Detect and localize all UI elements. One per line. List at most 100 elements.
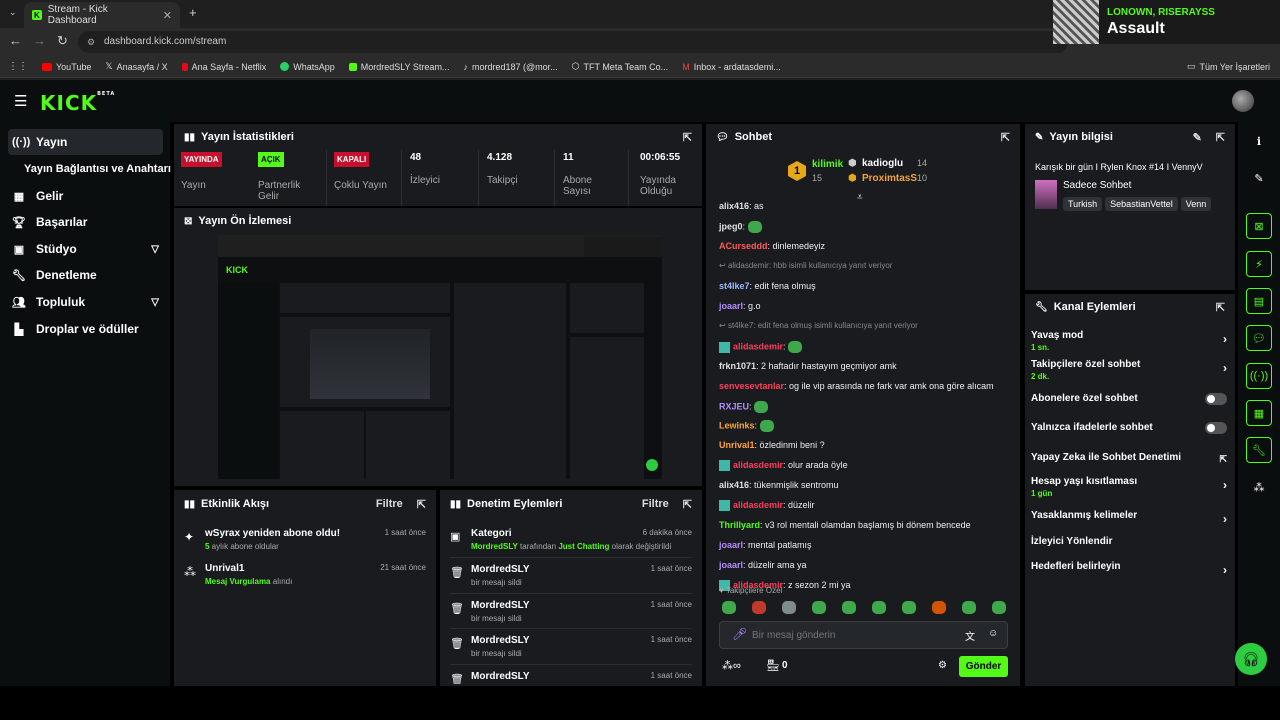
- channel-action-row[interactable]: İzleyici Yönlendir: [1031, 536, 1227, 547]
- edit-icon[interactable]: ✎: [1193, 131, 1202, 144]
- address-bar[interactable]: ⚙ dashboard.kick.com/stream: [78, 31, 1068, 53]
- expand-leaderboard-icon[interactable]: ⩡: [857, 192, 863, 203]
- channel-action-row[interactable]: Yapay Zeka ile Sohbet Denetimi ⇱: [1031, 452, 1227, 464]
- popout-icon[interactable]: ⇱: [683, 131, 692, 144]
- category-thumbnail[interactable]: [1035, 180, 1057, 209]
- emote-icon[interactable]: [812, 601, 826, 614]
- emote-icon[interactable]: [788, 341, 803, 353]
- sidebar-item-moderation[interactable]: 🔧︎ Denetleme: [8, 262, 163, 288]
- emote-icon[interactable]: [752, 601, 766, 614]
- popout-icon[interactable]: ⇱: [417, 498, 426, 511]
- sidebar-item-drops[interactable]: ▙ Droplar ve ödüller: [8, 316, 163, 342]
- chat-username[interactable]: st4lke7: [719, 281, 750, 291]
- sidebar-item-community[interactable]: 👥︎ Topluluk ▽: [8, 289, 163, 315]
- forward-icon[interactable]: →: [33, 33, 46, 48]
- chat-username[interactable]: ACurseddd: [719, 241, 768, 251]
- chat-username[interactable]: senvesevtanlar: [719, 381, 784, 391]
- channel-action-row[interactable]: Abonelere özel sohbet: [1031, 393, 1227, 405]
- chat-toggle-icon[interactable]: 💬︎: [1246, 325, 1272, 351]
- menu-icon[interactable]: ☰: [14, 92, 27, 110]
- points-icon[interactable]: ⁂∞: [722, 659, 741, 672]
- leader-second-name[interactable]: kadioglu: [862, 158, 903, 169]
- leader-first-name[interactable]: kilimik: [812, 159, 843, 170]
- chat-username[interactable]: Unrival1: [719, 440, 755, 450]
- bookmark-mordred-stream[interactable]: MordredSLY Stream...: [348, 62, 449, 72]
- bookmark-gmail[interactable]: M Inbox - ardatasdemi...: [682, 62, 781, 72]
- chat-username[interactable]: joaarl: [719, 301, 743, 311]
- edit-icon[interactable]: ✎: [1246, 165, 1272, 191]
- popout-icon[interactable]: ⇱: [1216, 131, 1225, 144]
- emote-icon[interactable]: [902, 601, 916, 614]
- emoji-icon[interactable]: ☺: [988, 628, 998, 639]
- user-avatar[interactable]: [1232, 90, 1254, 112]
- stream-preview[interactable]: KICK: [218, 235, 662, 479]
- chat-input-box[interactable]: 🎤︎ 文 ☺: [719, 621, 1008, 649]
- emote-icon[interactable]: [722, 601, 736, 614]
- chat-username[interactable]: jpeg0: [719, 221, 743, 231]
- store-icon[interactable]: 🏪︎: [766, 659, 780, 672]
- microphone-icon[interactable]: 🎤︎: [732, 627, 747, 641]
- reload-icon[interactable]: ↻: [57, 33, 68, 49]
- emote-icon[interactable]: [754, 401, 769, 413]
- tag[interactable]: Venn: [1180, 197, 1212, 211]
- channel-action-row[interactable]: Takipçilere özel sohbet 2 dk. ›: [1031, 359, 1227, 381]
- emote-icon[interactable]: [842, 601, 856, 614]
- activity-filter-button[interactable]: Filtre: [376, 498, 403, 510]
- channel-action-row[interactable]: Yasaklanmış kelimeler ›: [1031, 510, 1227, 526]
- wrench-icon[interactable]: 🔧︎: [1246, 437, 1272, 463]
- emote-icon[interactable]: [747, 221, 762, 233]
- layout-icon[interactable]: ▦: [1246, 400, 1272, 426]
- bookmark-tft[interactable]: ⬡ TFT Meta Team Co...: [572, 61, 669, 72]
- emote-icon[interactable]: [872, 601, 886, 614]
- document-icon[interactable]: ▤: [1246, 288, 1272, 314]
- popout-icon[interactable]: ⇱: [683, 498, 692, 511]
- preview-toggle-icon[interactable]: ⊠: [1246, 213, 1272, 239]
- all-bookmarks[interactable]: ▭ Tüm Yer İşaretleri: [1187, 61, 1270, 72]
- bookmark-whatsapp[interactable]: WhatsApp: [280, 62, 335, 72]
- channel-action-row[interactable]: Yalnızca ifadelerle sohbet: [1031, 422, 1227, 434]
- chat-username[interactable]: joaarl: [719, 560, 743, 570]
- chat-username[interactable]: alix416: [719, 201, 749, 211]
- emote-icon[interactable]: [759, 420, 774, 432]
- emote-icon[interactable]: [932, 601, 946, 614]
- toggle-switch[interactable]: [1205, 422, 1227, 434]
- chat-settings-icon[interactable]: ⚙: [938, 660, 947, 671]
- channel-action-row[interactable]: Hesap yaşı kısıtlaması 1 gün ›: [1031, 476, 1227, 498]
- chat-input[interactable]: [752, 627, 952, 643]
- popout-icon[interactable]: ⇱: [1001, 131, 1010, 144]
- sidebar-item-revenue[interactable]: ▦ Gelir: [8, 183, 163, 209]
- chat-username[interactable]: alidasdemir: [733, 460, 783, 470]
- chat-username[interactable]: alidasdemir: [733, 500, 783, 510]
- chat-username[interactable]: RXJEU: [719, 401, 749, 411]
- chat-username[interactable]: joaarl: [719, 540, 743, 550]
- bookmark-tiktok[interactable]: ♪ mordred187 (@mor...: [463, 62, 557, 72]
- sidebar-item-achievements[interactable]: 🏆︎ Başarılar: [8, 209, 163, 235]
- community-icon[interactable]: ⁂: [1246, 474, 1272, 500]
- info-icon[interactable]: ℹ: [1246, 128, 1272, 154]
- emote-icon[interactable]: [782, 601, 796, 614]
- broadcast-icon[interactable]: ((·)): [1246, 363, 1272, 389]
- send-button[interactable]: Gönder: [959, 656, 1008, 677]
- chat-username[interactable]: alidasdemir: [733, 341, 783, 351]
- chat-username[interactable]: frkn1071: [719, 361, 756, 371]
- browser-tab[interactable]: K Stream - Kick Dashboard ✕: [24, 2, 180, 28]
- category-name[interactable]: Sadece Sohbet: [1063, 180, 1131, 191]
- kick-logo[interactable]: KICKBETA: [40, 91, 115, 115]
- support-button[interactable]: 🎧︎: [1235, 643, 1267, 675]
- sidebar-item-stream[interactable]: ((·)) Yayın: [8, 129, 163, 155]
- chat-username[interactable]: alix416: [719, 480, 749, 490]
- channel-action-row[interactable]: Hedefleri belirleyin ›: [1031, 561, 1227, 577]
- bookmark-x[interactable]: 𝕏 Anasayfa / X: [105, 61, 167, 72]
- toggle-switch[interactable]: [1205, 393, 1227, 405]
- tag[interactable]: Turkish: [1063, 197, 1103, 211]
- new-tab-icon[interactable]: +: [189, 5, 197, 20]
- chat-username[interactable]: Lewinks: [719, 420, 755, 430]
- bookmark-netflix[interactable]: Ana Sayfa - Netflix: [181, 62, 266, 72]
- channel-action-row[interactable]: Yavaş mod 1 sn. ›: [1031, 330, 1227, 352]
- sidebar-item-studio[interactable]: ▣ Stüdyo ▽: [8, 236, 163, 262]
- tab-search-icon[interactable]: ⌄: [9, 7, 17, 18]
- chat-username[interactable]: Thrillyard: [719, 520, 760, 530]
- popout-icon[interactable]: ⇱: [1216, 301, 1225, 314]
- bookmark-youtube[interactable]: YouTube: [42, 62, 91, 72]
- close-tab-icon[interactable]: ✕: [163, 9, 172, 22]
